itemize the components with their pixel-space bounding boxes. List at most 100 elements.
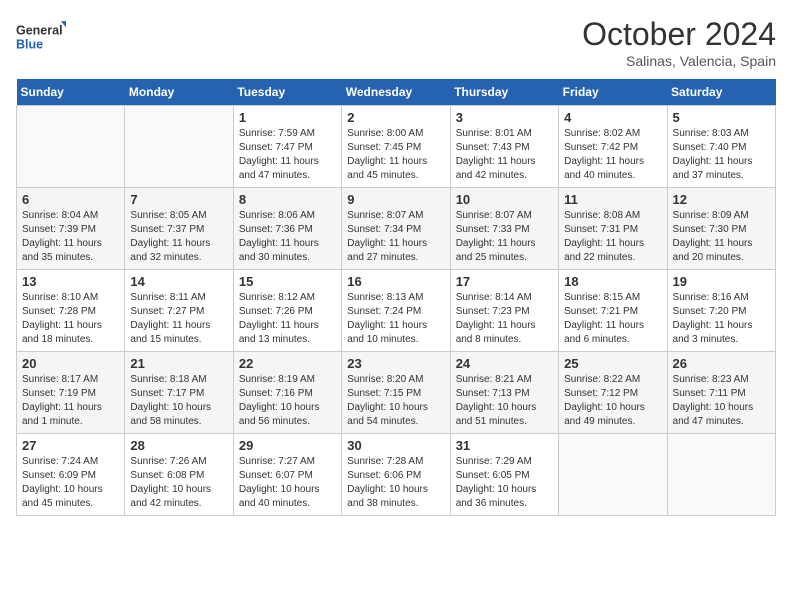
day-detail: Sunrise: 8:08 AM Sunset: 7:31 PM Dayligh… xyxy=(564,209,661,265)
location-subtitle: Salinas, Valencia, Spain xyxy=(582,53,776,69)
calendar-cell: 30Sunrise: 7:28 AM Sunset: 6:06 PM Dayli… xyxy=(342,434,450,516)
day-detail: Sunrise: 8:00 AM Sunset: 7:45 PM Dayligh… xyxy=(347,127,444,183)
day-detail: Sunrise: 8:13 AM Sunset: 7:24 PM Dayligh… xyxy=(347,291,444,347)
day-detail: Sunrise: 8:05 AM Sunset: 7:37 PM Dayligh… xyxy=(130,209,227,265)
calendar-cell: 27Sunrise: 7:24 AM Sunset: 6:09 PM Dayli… xyxy=(17,434,125,516)
day-number: 26 xyxy=(673,356,770,371)
day-number: 16 xyxy=(347,274,444,289)
day-number: 17 xyxy=(456,274,553,289)
day-number: 10 xyxy=(456,192,553,207)
day-detail: Sunrise: 8:20 AM Sunset: 7:15 PM Dayligh… xyxy=(347,373,444,429)
calendar-cell: 17 Sunrise: 8:14 AM Sunset: 7:23 PM Dayli… xyxy=(450,270,558,352)
calendar-cell: 6Sunrise: 8:04 AM Sunset: 7:39 PM Daylig… xyxy=(17,188,125,270)
weekday-header-thursday: Thursday xyxy=(450,79,558,106)
day-number: 25 xyxy=(564,356,661,371)
day-number: 18 xyxy=(564,274,661,289)
day-detail: Sunrise: 8:03 AM Sunset: 7:40 PM Dayligh… xyxy=(673,127,770,183)
day-detail: Sunrise: 7:59 AM Sunset: 7:47 PM Dayligh… xyxy=(239,127,336,183)
weekday-header-wednesday: Wednesday xyxy=(342,79,450,106)
calendar-cell: 4Sunrise: 8:02 AM Sunset: 7:42 PM Daylig… xyxy=(559,106,667,188)
day-number: 1 xyxy=(239,110,336,125)
day-detail: Sunrise: 8:01 AM Sunset: 7:43 PM Dayligh… xyxy=(456,127,553,183)
calendar-cell: 3 Sunrise: 8:01 AM Sunset: 7:43 PM Daylig… xyxy=(450,106,558,188)
day-detail: Sunrise: 8:11 AM Sunset: 7:27 PM Dayligh… xyxy=(130,291,227,347)
svg-text:Blue: Blue xyxy=(16,38,43,52)
calendar-cell: 15 Sunrise: 8:12 AM Sunset: 7:26 PM Dayli… xyxy=(233,270,341,352)
day-detail: Sunrise: 8:23 AM Sunset: 7:11 PM Dayligh… xyxy=(673,373,770,429)
logo: General Blue xyxy=(16,16,66,58)
day-number: 20 xyxy=(22,356,119,371)
calendar-cell: 18 Sunrise: 8:15 AM Sunset: 7:21 PM Dayli… xyxy=(559,270,667,352)
calendar-table: SundayMondayTuesdayWednesdayThursdayFrid… xyxy=(16,79,776,516)
logo-svg: General Blue xyxy=(16,16,66,58)
day-detail: Sunrise: 8:14 AM Sunset: 7:23 PM Dayligh… xyxy=(456,291,553,347)
calendar-cell: 7 Sunrise: 8:05 AM Sunset: 7:37 PM Daylig… xyxy=(125,188,233,270)
day-detail: Sunrise: 7:24 AM Sunset: 6:09 PM Dayligh… xyxy=(22,455,119,511)
day-number: 12 xyxy=(673,192,770,207)
calendar-week-row: 27Sunrise: 7:24 AM Sunset: 6:09 PM Dayli… xyxy=(17,434,776,516)
calendar-cell: 11 Sunrise: 8:08 AM Sunset: 7:31 PM Dayli… xyxy=(559,188,667,270)
day-number: 14 xyxy=(130,274,227,289)
day-detail: Sunrise: 8:04 AM Sunset: 7:39 PM Dayligh… xyxy=(22,209,119,265)
day-number: 28 xyxy=(130,438,227,453)
day-number: 5 xyxy=(673,110,770,125)
day-number: 31 xyxy=(456,438,553,453)
day-detail: Sunrise: 7:29 AM Sunset: 6:05 PM Dayligh… xyxy=(456,455,553,511)
calendar-cell: 9Sunrise: 8:07 AM Sunset: 7:34 PM Daylig… xyxy=(342,188,450,270)
day-detail: Sunrise: 7:26 AM Sunset: 6:08 PM Dayligh… xyxy=(130,455,227,511)
calendar-cell: 25 Sunrise: 8:22 AM Sunset: 7:12 PM Dayli… xyxy=(559,352,667,434)
calendar-cell: 24Sunrise: 8:21 AM Sunset: 7:13 PM Dayli… xyxy=(450,352,558,434)
calendar-cell: 13Sunrise: 8:10 AM Sunset: 7:28 PM Dayli… xyxy=(17,270,125,352)
calendar-cell: 10 Sunrise: 8:07 AM Sunset: 7:33 PM Dayli… xyxy=(450,188,558,270)
day-detail: Sunrise: 7:28 AM Sunset: 6:06 PM Dayligh… xyxy=(347,455,444,511)
weekday-header-monday: Monday xyxy=(125,79,233,106)
calendar-cell: 8Sunrise: 8:06 AM Sunset: 7:36 PM Daylig… xyxy=(233,188,341,270)
calendar-cell: 22 Sunrise: 8:19 AM Sunset: 7:16 PM Dayli… xyxy=(233,352,341,434)
day-detail: Sunrise: 7:27 AM Sunset: 6:07 PM Dayligh… xyxy=(239,455,336,511)
day-detail: Sunrise: 8:16 AM Sunset: 7:20 PM Dayligh… xyxy=(673,291,770,347)
calendar-cell xyxy=(17,106,125,188)
calendar-cell xyxy=(125,106,233,188)
day-detail: Sunrise: 8:06 AM Sunset: 7:36 PM Dayligh… xyxy=(239,209,336,265)
day-detail: Sunrise: 8:07 AM Sunset: 7:34 PM Dayligh… xyxy=(347,209,444,265)
calendar-cell: 5 Sunrise: 8:03 AM Sunset: 7:40 PM Daylig… xyxy=(667,106,775,188)
day-number: 13 xyxy=(22,274,119,289)
calendar-week-row: 1 Sunrise: 7:59 AM Sunset: 7:47 PM Daylig… xyxy=(17,106,776,188)
weekday-header-saturday: Saturday xyxy=(667,79,775,106)
day-number: 15 xyxy=(239,274,336,289)
day-number: 7 xyxy=(130,192,227,207)
calendar-week-row: 6Sunrise: 8:04 AM Sunset: 7:39 PM Daylig… xyxy=(17,188,776,270)
day-detail: Sunrise: 8:21 AM Sunset: 7:13 PM Dayligh… xyxy=(456,373,553,429)
day-detail: Sunrise: 8:17 AM Sunset: 7:19 PM Dayligh… xyxy=(22,373,119,429)
day-detail: Sunrise: 8:15 AM Sunset: 7:21 PM Dayligh… xyxy=(564,291,661,347)
calendar-cell: 28 Sunrise: 7:26 AM Sunset: 6:08 PM Dayli… xyxy=(125,434,233,516)
day-number: 11 xyxy=(564,192,661,207)
weekday-header-friday: Friday xyxy=(559,79,667,106)
calendar-cell: 1 Sunrise: 7:59 AM Sunset: 7:47 PM Daylig… xyxy=(233,106,341,188)
day-number: 22 xyxy=(239,356,336,371)
day-detail: Sunrise: 8:19 AM Sunset: 7:16 PM Dayligh… xyxy=(239,373,336,429)
calendar-week-row: 13Sunrise: 8:10 AM Sunset: 7:28 PM Dayli… xyxy=(17,270,776,352)
calendar-cell: 23 Sunrise: 8:20 AM Sunset: 7:15 PM Dayli… xyxy=(342,352,450,434)
calendar-cell: 21Sunrise: 8:18 AM Sunset: 7:17 PM Dayli… xyxy=(125,352,233,434)
day-number: 23 xyxy=(347,356,444,371)
weekday-header-row: SundayMondayTuesdayWednesdayThursdayFrid… xyxy=(17,79,776,106)
day-number: 2 xyxy=(347,110,444,125)
day-number: 3 xyxy=(456,110,553,125)
title-block: October 2024 Salinas, Valencia, Spain xyxy=(582,16,776,69)
day-detail: Sunrise: 8:12 AM Sunset: 7:26 PM Dayligh… xyxy=(239,291,336,347)
weekday-header-tuesday: Tuesday xyxy=(233,79,341,106)
calendar-cell: 26 Sunrise: 8:23 AM Sunset: 7:11 PM Dayli… xyxy=(667,352,775,434)
page-header: General Blue October 2024 Salinas, Valen… xyxy=(16,16,776,69)
month-title: October 2024 xyxy=(582,16,776,53)
day-detail: Sunrise: 8:07 AM Sunset: 7:33 PM Dayligh… xyxy=(456,209,553,265)
day-detail: Sunrise: 8:09 AM Sunset: 7:30 PM Dayligh… xyxy=(673,209,770,265)
day-number: 4 xyxy=(564,110,661,125)
calendar-cell xyxy=(667,434,775,516)
day-number: 21 xyxy=(130,356,227,371)
day-number: 19 xyxy=(673,274,770,289)
calendar-cell: 19 Sunrise: 8:16 AM Sunset: 7:20 PM Dayli… xyxy=(667,270,775,352)
calendar-cell: 16 Sunrise: 8:13 AM Sunset: 7:24 PM Dayli… xyxy=(342,270,450,352)
calendar-cell: 20 Sunrise: 8:17 AM Sunset: 7:19 PM Dayli… xyxy=(17,352,125,434)
day-detail: Sunrise: 8:22 AM Sunset: 7:12 PM Dayligh… xyxy=(564,373,661,429)
